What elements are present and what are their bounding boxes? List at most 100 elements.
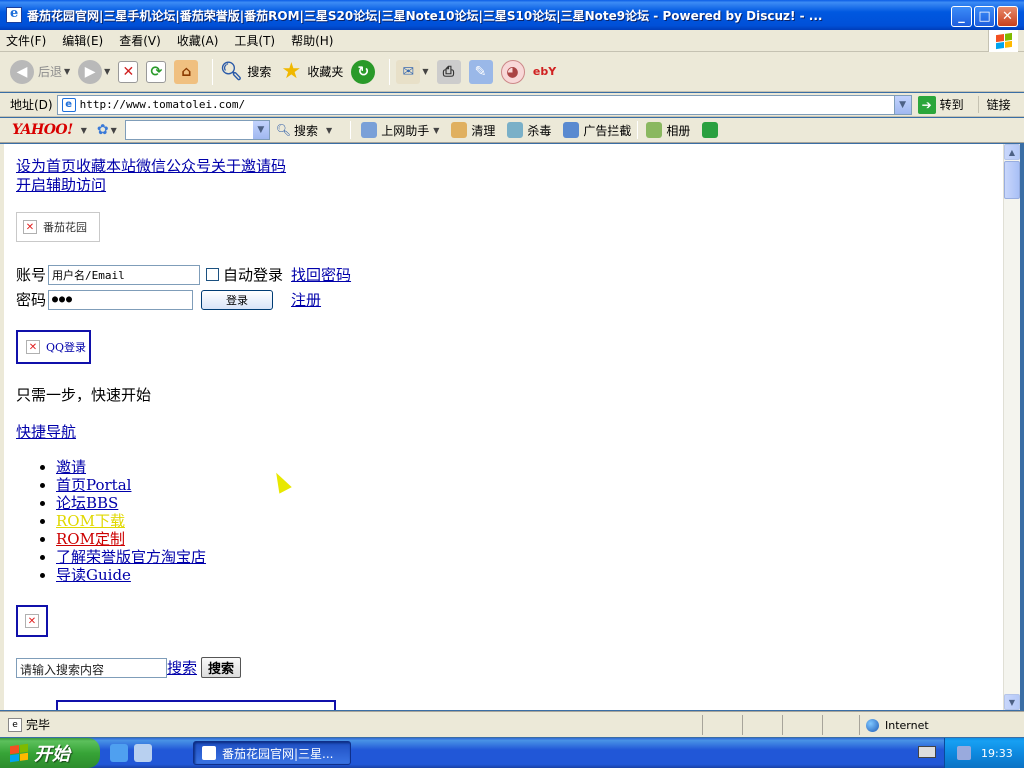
password-input[interactable]: ●●● xyxy=(48,289,194,310)
vertical-scrollbar[interactable]: ▲ ▼ xyxy=(1003,144,1020,710)
nav-list: 邀请 首页Portal 论坛BBS ROM下载 ROM定制 了解荣誉版官方淘宝店… xyxy=(38,458,206,584)
menu-favorites[interactable]: 收藏(A) xyxy=(177,32,219,49)
scroll-up-button[interactable]: ▲ xyxy=(1004,144,1020,160)
list-item: 邀请 xyxy=(56,458,206,476)
image-link[interactable]: ✕ xyxy=(16,605,48,637)
start-button[interactable]: 开始 xyxy=(0,738,100,768)
nav-rom-custom-link[interactable]: ROM定制 xyxy=(56,530,125,548)
search-label: 搜索 xyxy=(247,65,272,79)
refresh-button[interactable]: ⟳ xyxy=(146,57,167,87)
links-button[interactable]: 链接 xyxy=(977,96,1011,113)
antivirus-button[interactable]: 杀毒 xyxy=(507,122,551,139)
page-done-icon: e xyxy=(8,717,22,732)
minimize-button[interactable]: _ xyxy=(951,6,972,27)
ie-quicklaunch-icon[interactable] xyxy=(110,744,128,762)
print-button[interactable]: ⎙ xyxy=(436,57,461,87)
close-button[interactable]: ✕ xyxy=(997,6,1018,27)
favorites-button[interactable]: ★ 收藏夹 xyxy=(279,57,343,87)
quick-nav-link[interactable]: 快捷导航 xyxy=(16,423,76,441)
menu-file[interactable]: 文件(F) xyxy=(6,32,46,49)
nav-portal-link[interactable]: 首页Portal xyxy=(56,476,131,494)
address-url[interactable]: http://www.tomatolei.com/ xyxy=(80,98,246,111)
chevron-down-icon[interactable]: ▼ xyxy=(433,126,439,135)
refresh-icon: ⟳ xyxy=(146,60,167,83)
keyboard-icon[interactable] xyxy=(918,746,936,758)
chevron-down-icon[interactable]: ▼ xyxy=(422,67,428,76)
printer-icon: ⎙ xyxy=(436,59,461,84)
chevron-down-icon[interactable]: ▼ xyxy=(893,95,911,114)
auto-login-label: 自动登录 xyxy=(223,266,284,284)
taskbar-ie-window[interactable]: 番茄花园官网|三星... xyxy=(193,741,351,765)
chevron-down-icon[interactable]: ▼ xyxy=(111,126,117,135)
show-desktop-icon[interactable] xyxy=(134,744,152,762)
album-button[interactable]: 相册 xyxy=(646,122,690,139)
chevron-down-icon[interactable]: ▼ xyxy=(64,67,70,76)
scroll-down-button[interactable]: ▼ xyxy=(1004,694,1020,710)
home-button[interactable]: ⌂ xyxy=(174,57,199,87)
ie-app-icon[interactable] xyxy=(6,6,22,23)
search-button[interactable]: 🔍︎ 搜索 xyxy=(219,57,271,87)
nav-guide-link[interactable]: 导读Guide xyxy=(56,566,131,584)
forward-button[interactable]: ▶ ▼ xyxy=(78,57,110,87)
address-input[interactable]: e http://www.tomatolei.com/ ▼ xyxy=(56,94,912,115)
top-links-row1[interactable]: 设为首页收藏本站微信公众号关于邀请码 xyxy=(16,157,286,175)
chevron-down-icon[interactable]: ▼ xyxy=(326,126,332,135)
adblock-button[interactable]: 广告拦截 xyxy=(563,122,631,139)
helper-button[interactable]: 上网助手 ▼ xyxy=(361,122,439,139)
chat-button[interactable] xyxy=(702,122,722,138)
nav-taobao-link[interactable]: 了解荣誉版官方淘宝店 xyxy=(56,548,206,566)
password-label: 密码 xyxy=(16,291,47,309)
yahoo-search-button[interactable]: 🔍︎ 搜索 ▼ xyxy=(276,122,332,139)
status-divider xyxy=(702,715,703,735)
menu-edit[interactable]: 编辑(E) xyxy=(62,32,103,49)
back-button[interactable]: ◀ 后退 ▼ xyxy=(10,57,70,87)
page-content: 设为首页收藏本站微信公众号关于邀请码 开启辅助访问 ✕ 番茄花园 账号 用户名/… xyxy=(4,144,1003,710)
account-input[interactable]: 用户名/Email xyxy=(48,264,201,285)
chevron-down-icon[interactable]: ▼ xyxy=(252,121,269,139)
system-tray: 19:33 xyxy=(944,738,1024,768)
register-link[interactable]: 注册 xyxy=(291,289,321,310)
flower-icon[interactable]: ✿ xyxy=(97,122,109,138)
adblock-label: 广告拦截 xyxy=(583,123,632,138)
chevron-down-icon[interactable]: ▼ xyxy=(104,67,110,76)
status-divider xyxy=(782,715,783,735)
yahoo-logo[interactable]: YAHOO! xyxy=(12,122,73,138)
maximize-button[interactable]: □ xyxy=(974,6,995,27)
address-label: 地址(D) xyxy=(10,98,53,112)
mail-icon: ✉ xyxy=(396,59,421,84)
clean-button[interactable]: 清理 xyxy=(451,122,495,139)
nav-bbs-link[interactable]: 论坛BBS xyxy=(56,494,118,512)
site-logo[interactable]: ✕ 番茄花园 xyxy=(16,212,100,242)
nav-rom-download-link[interactable]: ROM下载 xyxy=(56,512,125,530)
chevron-down-icon[interactable]: ▼ xyxy=(81,126,87,135)
toolbar-separator xyxy=(389,58,391,85)
back-label: 后退 xyxy=(38,65,63,79)
menu-tools[interactable]: 工具(T) xyxy=(234,32,275,49)
stop-button[interactable]: ✕ xyxy=(118,57,139,87)
mail-button[interactable]: ✉ ▼ xyxy=(396,57,429,87)
yahoo-search-input[interactable]: ▼ xyxy=(124,120,270,140)
history-button[interactable]: ↻ xyxy=(351,57,376,87)
search-submit-button[interactable]: 搜索 xyxy=(201,657,242,678)
accessibility-link[interactable]: 开启辅助访问 xyxy=(16,176,106,194)
yahoo-search-label: 搜索 xyxy=(294,123,319,138)
qq-login-button[interactable]: ✕ QQ登录 xyxy=(16,330,91,364)
login-button[interactable]: 登录 xyxy=(201,289,274,310)
nav-invite-link[interactable]: 邀请 xyxy=(56,458,86,476)
messenger-button[interactable]: ◕ xyxy=(500,57,525,87)
menu-view[interactable]: 查看(V) xyxy=(119,32,161,49)
network-icon[interactable] xyxy=(957,746,971,760)
ie-window-icon xyxy=(202,746,216,760)
ebay-button[interactable]: ebY xyxy=(533,57,557,87)
broom-icon xyxy=(451,122,468,138)
go-button[interactable]: ➔ 转到 xyxy=(917,95,964,114)
search-link[interactable]: 搜索 xyxy=(167,657,197,678)
search-input[interactable]: 请输入搜索内容 xyxy=(16,657,167,678)
scroll-thumb[interactable] xyxy=(1004,161,1020,199)
auto-login-checkbox[interactable] xyxy=(206,268,220,281)
list-item: ROM下载 xyxy=(56,512,206,530)
forgot-password-link[interactable]: 找回密码 xyxy=(291,264,351,285)
logo-alt-text: 番茄花园 xyxy=(43,221,87,234)
edit-button[interactable]: ✎ xyxy=(468,57,493,87)
menu-help[interactable]: 帮助(H) xyxy=(291,32,333,49)
